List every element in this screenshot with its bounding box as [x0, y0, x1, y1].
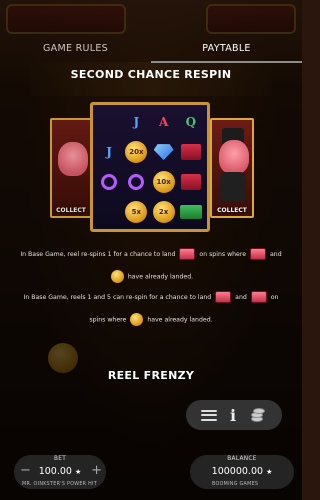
collect-symbol-icon [250, 291, 267, 303]
reel-cell [96, 108, 122, 137]
tuxedo-icon [220, 172, 246, 202]
rule-text-line: have already landed. [0, 270, 302, 283]
reel-cell [96, 197, 122, 226]
coin-stack-icon[interactable] [249, 406, 267, 424]
active-tab-indicator [151, 61, 302, 63]
reel-cell [178, 168, 204, 197]
ring-icon [128, 173, 145, 190]
star-icon: ★ [266, 468, 273, 476]
balance-value: 100000.00 ★ [190, 466, 294, 477]
collect-label-right: COLLECT [217, 207, 247, 214]
rule-text: In Base Game, reel re-spins 1 for a chan… [20, 251, 176, 258]
rule-text-line: In Base Game, reels 1 and 5 can re-spin … [0, 291, 302, 303]
coin-symbol-icon [110, 270, 124, 283]
reel-symbol-j: J [106, 145, 112, 160]
collect-symbol-icon [215, 291, 232, 303]
bet-increase-button[interactable]: + [91, 464, 102, 478]
collect-card-left: COLLECT [50, 118, 92, 218]
hamburger-menu-icon[interactable] [200, 409, 217, 421]
coin-10x-icon: 10x [152, 170, 175, 193]
rule-text: on spins where [199, 251, 247, 258]
rule-text: spins where [89, 316, 127, 324]
rule-text: In Base Game, reels 1 and 5 can re-spin … [23, 294, 212, 301]
tab-paytable[interactable]: PAYTABLE [151, 36, 302, 62]
menu-controls: i [186, 400, 282, 430]
tab-game-rules[interactable]: GAME RULES [0, 36, 151, 62]
rule-text: and [270, 251, 282, 258]
pig-icon [58, 142, 88, 176]
reel-cell [178, 138, 204, 167]
coin-5x-icon: 5x [125, 200, 148, 223]
reel-cell: 5x [123, 197, 149, 226]
balance-label: BALANCE [227, 456, 257, 462]
coin-2x-icon: 2x [152, 200, 175, 223]
bet-amount: 100.00 [38, 466, 72, 477]
reel-cell [151, 138, 177, 167]
rule-text-line: In Base Game, reel re-spins 1 for a chan… [0, 248, 302, 260]
rule-text: on [270, 294, 279, 301]
reel-symbol-q: Q [185, 115, 197, 130]
collect-symbol-icon [179, 248, 196, 260]
reel-cell [96, 168, 122, 197]
star-icon: ★ [75, 468, 82, 476]
rule-text: and [235, 294, 247, 301]
provider-name: BOOMING GAMES [212, 482, 259, 487]
second-chance-illustration: COLLECT J A Q J 20x 10x 5x 2x COLLECT [46, 100, 256, 235]
game-name: MR. OINKSTER'S POWER HIT [22, 482, 97, 487]
reel-cell: 20x [123, 138, 149, 167]
red-case-icon [180, 144, 201, 161]
ring-icon [101, 173, 118, 190]
info-icon[interactable]: i [230, 406, 236, 425]
reel-cell: 2x [151, 197, 177, 226]
section-title-reel-frenzy: REEL FRENZY [107, 369, 195, 382]
collect-card-right: COLLECT [210, 118, 254, 218]
reel-symbol-j: J [133, 115, 140, 130]
collect-label-left: COLLECT [56, 207, 86, 214]
rule-text: have already landed. [127, 273, 194, 281]
section-title-second-chance: SECOND CHANCE RESPIN [70, 68, 232, 81]
paytable-tabs: GAME RULES PAYTABLE [0, 36, 302, 62]
rule-text: have already landed. [147, 316, 213, 324]
reel-cell: 10x [151, 168, 177, 197]
bet-label: BET [53, 456, 67, 462]
coin-symbol-icon [130, 313, 144, 326]
rule-text-line: spins where have already landed. [0, 313, 302, 326]
red-case-icon [180, 173, 201, 190]
reel-cell [123, 168, 149, 197]
cash-stack-icon [179, 204, 202, 219]
reel-grid: J A Q J 20x 10x 5x 2x [90, 102, 210, 232]
coin-20x-icon: 20x [125, 141, 148, 164]
reel-symbol-a: A [158, 115, 169, 130]
collect-symbol-icon [250, 248, 267, 260]
reel-cell [178, 197, 204, 226]
balance-amount: 100000.00 [211, 466, 264, 477]
diamond-icon [153, 144, 174, 161]
mr-oinkster-icon [219, 140, 249, 174]
